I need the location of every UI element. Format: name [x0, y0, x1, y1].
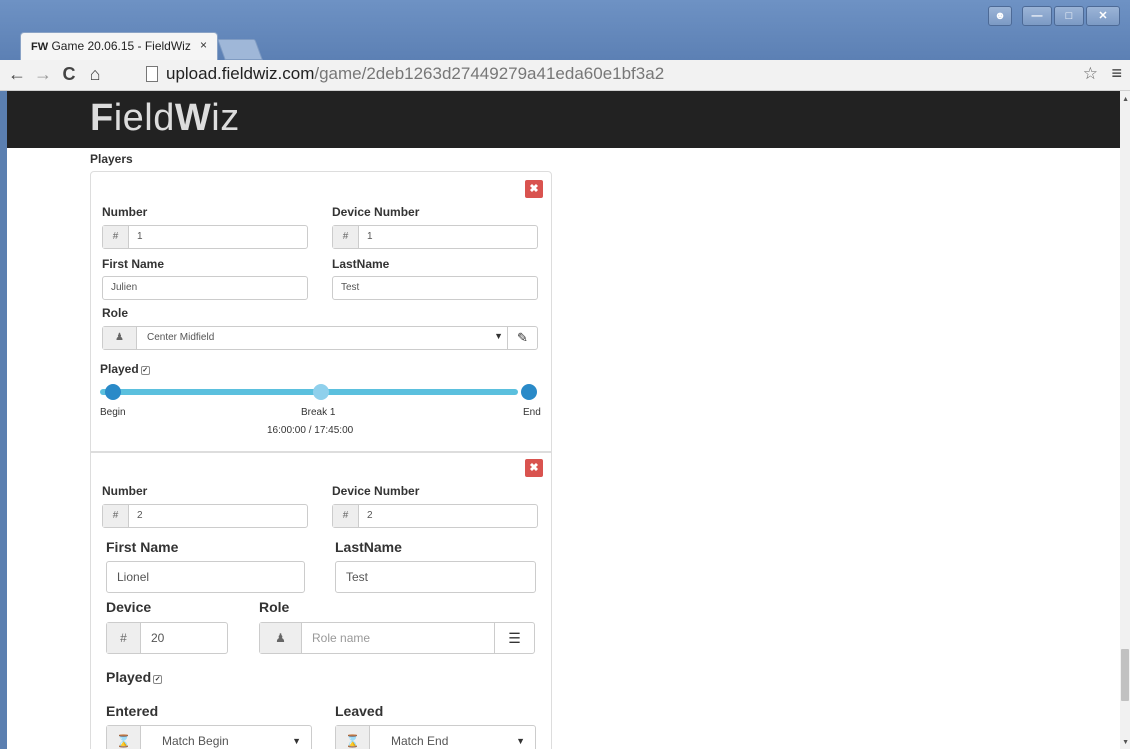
last-name-value: Test [346, 570, 369, 584]
slider-end-handle[interactable] [521, 384, 537, 400]
edit-pencil-icon[interactable]: ✎ [507, 327, 537, 349]
chevron-down-icon: ▼ [494, 331, 503, 341]
back-arrow-icon[interactable]: ← [6, 64, 28, 85]
number-label: Number [102, 484, 148, 498]
slider-break-label: Break 1 [301, 407, 336, 418]
tab-favicon-text: FW [31, 41, 49, 53]
number-label: Number [102, 205, 148, 219]
brand-logo[interactable]: FieldWiz [90, 97, 240, 140]
role-label: Role [259, 599, 290, 615]
first-name-label: First Name [106, 539, 179, 555]
device-value: 20 [151, 631, 165, 645]
new-tab-button[interactable] [217, 39, 263, 60]
hourglass-icon: ⌛ [336, 726, 370, 749]
device-number-value: 2 [367, 510, 373, 521]
first-name-input[interactable]: Lionel [106, 561, 305, 593]
hash-icon: # [107, 623, 141, 653]
delete-player-button[interactable]: ✖ [525, 459, 543, 477]
first-name-value: Julien [111, 282, 138, 293]
leaved-value: Match End [391, 734, 449, 748]
device-number-label: Device Number [332, 205, 420, 219]
role-label: Role [102, 306, 129, 320]
leaved-select[interactable]: ⌛ Match End ▼ [335, 725, 536, 749]
hourglass-icon: ⌛ [107, 726, 141, 749]
device-number-value: 1 [367, 231, 373, 242]
last-name-label: LastName [332, 257, 390, 271]
entered-value: Match Begin [162, 734, 229, 748]
number-value: 1 [137, 231, 143, 242]
delete-player-button[interactable]: ✖ [525, 180, 543, 198]
device-number-label: Device Number [332, 484, 420, 498]
chevron-down-icon: ▼ [292, 736, 301, 746]
slider-begin-handle[interactable] [105, 384, 121, 400]
maximize-button[interactable]: □ [1054, 6, 1084, 26]
address-bar: ← → C ⌂ upload.fieldwiz.com/game/2deb126… [0, 60, 1130, 91]
played-checkbox[interactable]: ✓ [153, 675, 163, 684]
device-number-input[interactable]: # 2 [332, 504, 538, 528]
scroll-up-arrow-icon[interactable]: ▲ [1122, 96, 1129, 103]
played-label: Played ✓ [106, 669, 163, 685]
role-select[interactable]: ♟ Center Midfield ▼ ✎ [102, 326, 538, 350]
device-number-input[interactable]: # 1 [332, 225, 538, 249]
role-input[interactable]: ♟ Role name ☰ [259, 622, 535, 654]
role-placeholder: Role name [312, 631, 371, 645]
page-icon [146, 66, 158, 82]
vertical-scrollbar[interactable]: ▲ ▼ [1120, 91, 1130, 749]
role-value: Center Midfield [147, 332, 215, 343]
reload-icon[interactable]: C [58, 64, 80, 85]
slider-break-handle[interactable] [313, 384, 329, 400]
device-label: Device [106, 599, 152, 615]
scrollbar-thumb[interactable] [1121, 649, 1129, 701]
played-checkbox[interactable]: ✓ [140, 366, 150, 375]
chevron-down-icon: ▼ [516, 736, 525, 746]
number-input[interactable]: # 1 [102, 225, 308, 249]
close-window-button[interactable]: ✕ [1086, 6, 1120, 26]
number-input[interactable]: # 2 [102, 504, 308, 528]
first-name-label: First Name [102, 257, 165, 271]
hash-icon: # [333, 226, 359, 248]
menu-icon[interactable]: ≡ [1111, 63, 1122, 84]
last-name-value: Test [341, 282, 360, 293]
player-card: ✖ Number # 2 Device Number # 2 First Nam… [90, 452, 552, 749]
window-controls: ☻ — □ ✕ [988, 6, 1120, 26]
hash-icon: # [103, 226, 129, 248]
user-icon: ♟ [260, 623, 302, 653]
player-card: ✖ Number # 1 Device Number # 1 First Nam… [90, 171, 552, 452]
user-profile-icon[interactable]: ☻ [988, 6, 1012, 26]
entered-label: Entered [106, 703, 159, 719]
played-label: Played ✓ [100, 362, 150, 376]
slider-end-label: End [523, 407, 541, 418]
url-field[interactable]: upload.fieldwiz.com/game/2deb1263d274492… [136, 63, 1106, 87]
last-name-input[interactable]: Test [332, 276, 538, 300]
time-slider-track[interactable] [100, 389, 518, 395]
leaved-label: Leaved [335, 703, 384, 719]
last-name-input[interactable]: Test [335, 561, 536, 593]
first-name-value: Lionel [117, 570, 150, 584]
entered-select[interactable]: ⌛ Match Begin ▼ [106, 725, 312, 749]
players-heading: Players [90, 152, 133, 166]
list-icon[interactable]: ☰ [494, 623, 534, 653]
user-icon: ♟ [103, 327, 137, 349]
window-titlebar: FW Game 20.06.15 - FieldWiz × ☻ — □ ✕ [0, 0, 1130, 60]
tab-title: Game 20.06.15 - FieldWiz [51, 39, 191, 53]
slider-time-range: 16:00:00 / 17:45:00 [267, 425, 354, 436]
tab-close-icon[interactable]: × [200, 38, 207, 52]
forward-arrow-icon[interactable]: → [32, 64, 54, 85]
navbar: FieldWiz [7, 91, 1120, 148]
hash-icon: # [333, 505, 359, 527]
browser-tab[interactable]: FW Game 20.06.15 - FieldWiz × [20, 32, 218, 60]
first-name-input[interactable]: Julien [102, 276, 308, 300]
device-input[interactable]: # 20 [106, 622, 228, 654]
bookmark-star-icon[interactable]: ☆ [1083, 64, 1098, 84]
page-viewport: FieldWiz Players ✖ Number # 1 Device Num… [7, 91, 1130, 749]
minimize-button[interactable]: — [1022, 6, 1052, 26]
home-icon[interactable]: ⌂ [84, 64, 106, 85]
scroll-down-arrow-icon[interactable]: ▼ [1122, 739, 1129, 746]
last-name-label: LastName [335, 539, 402, 555]
slider-begin-label: Begin [100, 407, 126, 418]
hash-icon: # [103, 505, 129, 527]
number-value: 2 [137, 510, 143, 521]
url-text[interactable]: upload.fieldwiz.com/game/2deb1263d274492… [166, 64, 664, 84]
